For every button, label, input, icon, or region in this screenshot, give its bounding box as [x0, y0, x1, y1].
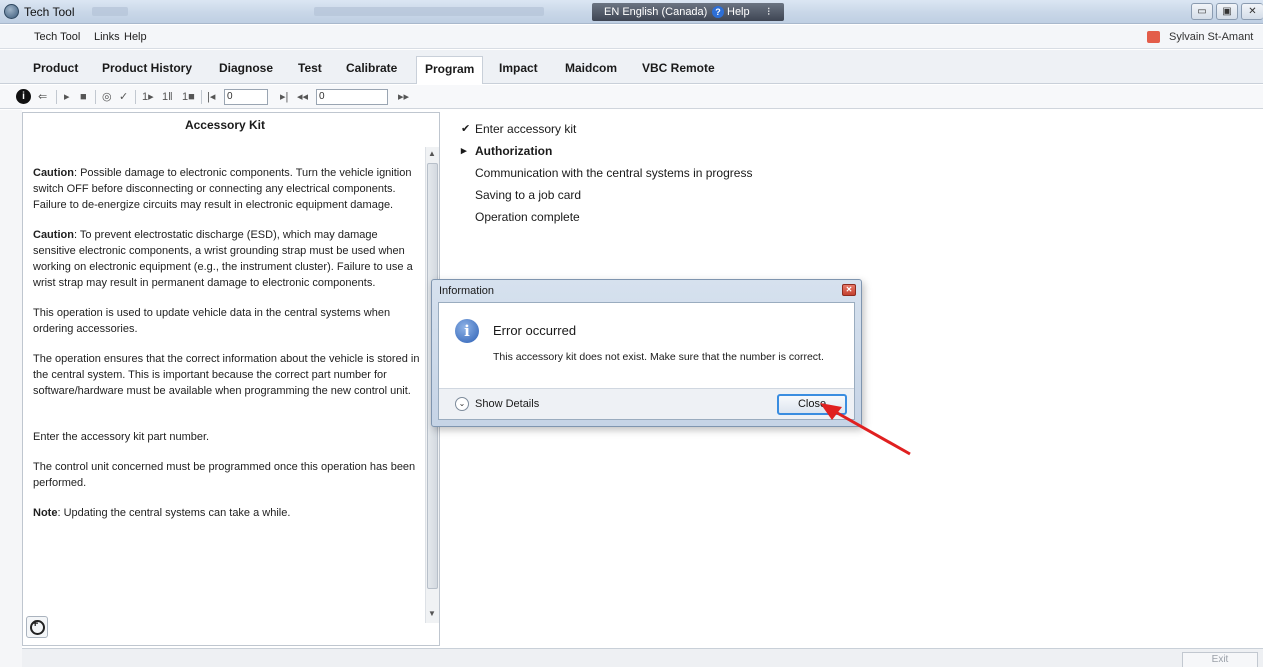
info-paragraph: Caution: Possible damage to electronic c…: [33, 167, 412, 211]
dialog-footer: ⌄ Show Details Close: [439, 388, 854, 419]
expand-chevron-icon[interactable]: ⌄: [455, 397, 469, 411]
check-icon[interactable]: ✓: [119, 89, 128, 105]
window-title: Tech Tool: [24, 5, 75, 19]
show-details-toggle[interactable]: Show Details: [475, 398, 539, 410]
info-panel-body: Caution: Possible damage to electronic c…: [33, 165, 423, 535]
help-icon[interactable]: ?: [712, 6, 724, 18]
menu-links[interactable]: Links: [94, 31, 120, 43]
current-step-arrow-icon: ▸: [461, 145, 467, 157]
toolbar: i ⇐ ▸ ■ ◎ ✓ 1▸ 1‖ 1■ |◂ 0 ▸| ◂◂ 0 ▸▸: [0, 85, 1263, 109]
back-icon[interactable]: ⇐: [38, 89, 47, 105]
info-paragraph: The operation ensures that the correct i…: [33, 353, 420, 397]
fast-forward-icon[interactable]: ▸▸: [398, 89, 409, 105]
toolbar-divider: [135, 90, 136, 104]
last-icon[interactable]: ▸|: [280, 89, 288, 105]
dialog-title: Information: [439, 285, 495, 297]
tab-impact[interactable]: Impact: [499, 61, 538, 75]
first-icon[interactable]: |◂: [207, 89, 215, 105]
check-icon: ✔: [461, 123, 471, 135]
rewind-icon[interactable]: ◂◂: [297, 89, 308, 105]
dialog-message: This accessory kit does not exist. Make …: [493, 351, 824, 363]
user-name[interactable]: Sylvain St-Amant: [1169, 31, 1253, 43]
stop-icon[interactable]: ■: [80, 89, 87, 105]
information-dialog: Information ✕ i Error occurred This acce…: [431, 279, 862, 427]
close-window-button[interactable]: ✕: [1241, 3, 1263, 20]
language-label[interactable]: EN English (Canada): [604, 6, 707, 18]
info-paragraph: Caution: To prevent electrostatic discha…: [33, 229, 413, 289]
step-pause-icon[interactable]: 1‖: [162, 89, 173, 105]
info-panel: Accessory Kit Caution: Possible damage t…: [22, 112, 440, 646]
tab-product-history[interactable]: Product History: [102, 61, 192, 75]
toolbar-divider: [56, 90, 57, 104]
tab-calibrate[interactable]: Calibrate: [346, 61, 397, 75]
step-into-icon[interactable]: 1▸: [142, 89, 154, 105]
tab-product[interactable]: Product: [33, 61, 78, 75]
minimize-button[interactable]: ▭: [1191, 3, 1213, 20]
toolbar-field-1[interactable]: 0: [224, 89, 268, 105]
menu-help[interactable]: Help: [124, 31, 147, 43]
tech-tool-app-icon: [4, 4, 19, 19]
menu-bar: Tech Tool Links Help Sylvain St-Amant: [0, 25, 1263, 49]
help-label[interactable]: Help: [727, 6, 750, 18]
tab-diagnose[interactable]: Diagnose: [219, 61, 273, 75]
dialog-body: i Error occurred This accessory kit does…: [438, 302, 855, 420]
info-icon: i: [455, 319, 479, 343]
info-panel-title: Accessory Kit: [184, 118, 266, 132]
tab-program[interactable]: Program: [416, 56, 484, 84]
title-bar: Tech Tool EN English (Canada) ? Help ⁝ ▭…: [0, 0, 1263, 24]
exit-button[interactable]: Exit: [1182, 652, 1258, 667]
blurred-title-segment: [314, 7, 544, 16]
tab-maidcom[interactable]: Maidcom: [565, 61, 617, 75]
user-status-icon: [1147, 31, 1160, 43]
zoom-in-icon[interactable]: [26, 616, 48, 638]
info-paragraph: Enter the accessory kit part number.: [33, 431, 210, 443]
dialog-close-icon[interactable]: ✕: [842, 284, 856, 296]
tab-vbc-remote[interactable]: VBC Remote: [642, 61, 715, 75]
info-icon[interactable]: i: [16, 89, 31, 104]
info-paragraph: This operation is used to update vehicle…: [33, 307, 391, 335]
toolbar-divider: [201, 90, 202, 104]
toolbar-field-2[interactable]: 0: [316, 89, 388, 105]
watch-icon[interactable]: ◎: [102, 89, 112, 105]
menu-tech-tool[interactable]: Tech Tool: [34, 31, 80, 43]
language-bar[interactable]: EN English (Canada) ? Help ⁝: [592, 3, 784, 21]
status-bar: Exit: [22, 648, 1263, 667]
tab-test[interactable]: Test: [298, 61, 322, 75]
scroll-up-icon[interactable]: ▲: [428, 149, 436, 158]
step-stop-icon[interactable]: 1■: [182, 89, 195, 105]
left-edge-panel: [0, 110, 22, 667]
info-paragraph: The control unit concerned must be progr…: [33, 461, 416, 489]
scroll-down-icon[interactable]: ▼: [428, 609, 436, 618]
toolbar-divider: [95, 90, 96, 104]
dialog-heading: Error occurred: [493, 323, 577, 338]
maximize-button[interactable]: ▣: [1216, 3, 1238, 20]
blurred-title-segment: [92, 7, 128, 16]
info-paragraph: Note: Updating the central systems can t…: [33, 507, 291, 519]
annotation-arrow-icon: [820, 403, 911, 456]
main-nav-tabs: Product Product History Diagnose Test Ca…: [0, 50, 1263, 84]
options-chevron-icon[interactable]: ⁝: [767, 5, 771, 18]
play-icon[interactable]: ▸: [64, 89, 70, 105]
